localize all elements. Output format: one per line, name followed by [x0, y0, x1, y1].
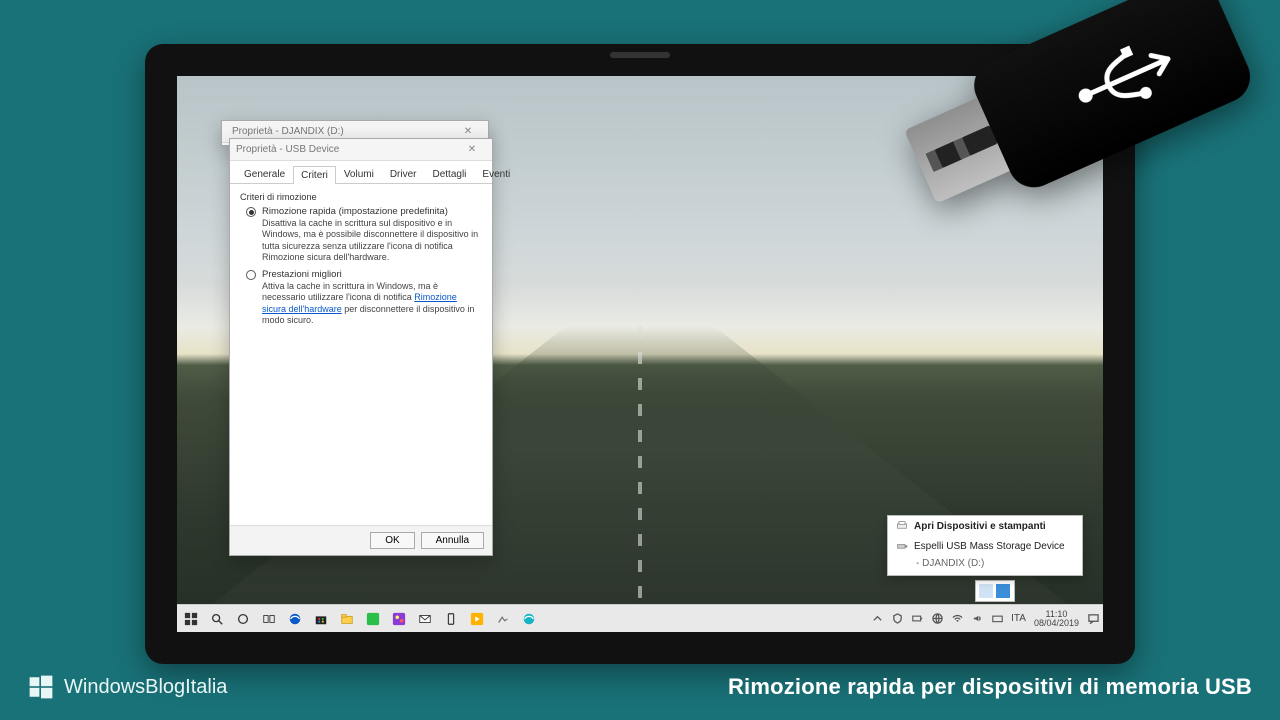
desc-text: Attiva la cache in scrittura in Windows,…: [262, 281, 438, 302]
menu-label: Apri Dispositivi e stampanti: [914, 521, 1046, 532]
taskbar-right: ITA 11:10 08/04/2019: [871, 610, 1099, 628]
mail-icon[interactable]: [417, 611, 433, 627]
app-icon-green[interactable]: [365, 611, 381, 627]
properties-dialog-usb-device: Proprietà - USB Device ✕ Generale Criter…: [229, 138, 493, 556]
tab-volumi[interactable]: Volumi: [336, 165, 382, 183]
image-caption: Rimozione rapida per dispositivi di memo…: [728, 674, 1252, 700]
action-center-icon[interactable]: [1087, 613, 1099, 625]
clock-date: 08/04/2019: [1034, 619, 1079, 628]
menu-item-open-devices[interactable]: Apri Dispositivi e stampanti: [888, 516, 1082, 536]
safely-remove-hardware-menu: Apri Dispositivi e stampanti Espelli USB…: [887, 515, 1083, 576]
keyboard-icon[interactable]: [991, 613, 1003, 625]
cancel-button[interactable]: Annulla: [421, 532, 484, 549]
radio-icon: [246, 207, 256, 217]
edge-dev-icon[interactable]: [521, 611, 537, 627]
tray-icon[interactable]: [979, 584, 993, 598]
tab-criteri[interactable]: Criteri: [293, 166, 336, 184]
battery-icon[interactable]: [911, 613, 923, 625]
tab-generale[interactable]: Generale: [236, 165, 293, 183]
dialog-button-row: OK Annulla: [230, 525, 492, 555]
start-button[interactable]: [183, 611, 199, 627]
radio-label: Rimozione rapida (impostazione predefini…: [262, 206, 448, 217]
app-icon-multicolor[interactable]: [391, 611, 407, 627]
titlebar[interactable]: Proprietà - USB Device ✕: [230, 139, 492, 161]
task-view-icon[interactable]: [261, 611, 277, 627]
ok-button[interactable]: OK: [370, 532, 414, 549]
menu-label: Espelli USB Mass Storage Device: [914, 541, 1065, 552]
taskbar-left: [181, 611, 537, 627]
brand-name: WindowsBlogItalia: [64, 676, 227, 699]
group-title: Criteri di rimozione: [240, 192, 482, 202]
option-description: Attiva la cache in scrittura in Windows,…: [262, 281, 482, 326]
radio-label: Prestazioni migliori: [262, 269, 342, 280]
app-icon-grey[interactable]: [495, 611, 511, 627]
tab-dettagli[interactable]: Dettagli: [425, 165, 475, 183]
radio-prestazioni-migliori[interactable]: Prestazioni migliori: [246, 269, 482, 280]
taskbar: ITA 11:10 08/04/2019: [177, 604, 1103, 632]
tray-icon[interactable]: [996, 584, 1010, 598]
wifi-icon[interactable]: [951, 613, 963, 625]
radio-icon: [246, 270, 256, 280]
language-indicator[interactable]: ITA: [1011, 613, 1026, 624]
explorer-icon[interactable]: [339, 611, 355, 627]
phone-icon[interactable]: [443, 611, 459, 627]
menu-item-drive[interactable]: - DJANDIX (D:): [888, 556, 1082, 575]
usb-drive-icon: [896, 540, 908, 552]
store-icon[interactable]: [313, 611, 329, 627]
tab-strip: Generale Criteri Volumi Driver Dettagli …: [230, 161, 492, 184]
tab-driver[interactable]: Driver: [382, 165, 425, 183]
tab-eventi[interactable]: Eventi: [474, 165, 518, 183]
security-icon[interactable]: [891, 613, 903, 625]
dialog-title: Proprietà - DJANDIX (D:): [232, 126, 344, 137]
cortana-icon[interactable]: [235, 611, 251, 627]
windows-logo-icon: [28, 674, 54, 700]
volume-icon[interactable]: [971, 613, 983, 625]
network-icon[interactable]: [931, 613, 943, 625]
taskbar-clock[interactable]: 11:10 08/04/2019: [1034, 610, 1079, 628]
dialog-title: Proprietà - USB Device: [236, 144, 339, 155]
tray-overflow[interactable]: [975, 580, 1015, 602]
radio-rimozione-rapida[interactable]: Rimozione rapida (impostazione predefini…: [246, 206, 482, 217]
option-description: Disattiva la cache in scrittura sul disp…: [262, 218, 482, 263]
close-icon[interactable]: ✕: [458, 144, 486, 155]
site-brand: WindowsBlogItalia: [28, 674, 227, 700]
close-icon[interactable]: ✕: [454, 126, 482, 137]
video-icon[interactable]: [469, 611, 485, 627]
search-icon[interactable]: [209, 611, 225, 627]
printer-icon: [896, 520, 908, 532]
menu-item-eject-usb[interactable]: Espelli USB Mass Storage Device: [888, 536, 1082, 556]
edge-icon[interactable]: [287, 611, 303, 627]
chevron-up-icon[interactable]: [871, 613, 883, 625]
tab-panel-criteri: Criteri di rimozione Rimozione rapida (i…: [230, 184, 492, 525]
